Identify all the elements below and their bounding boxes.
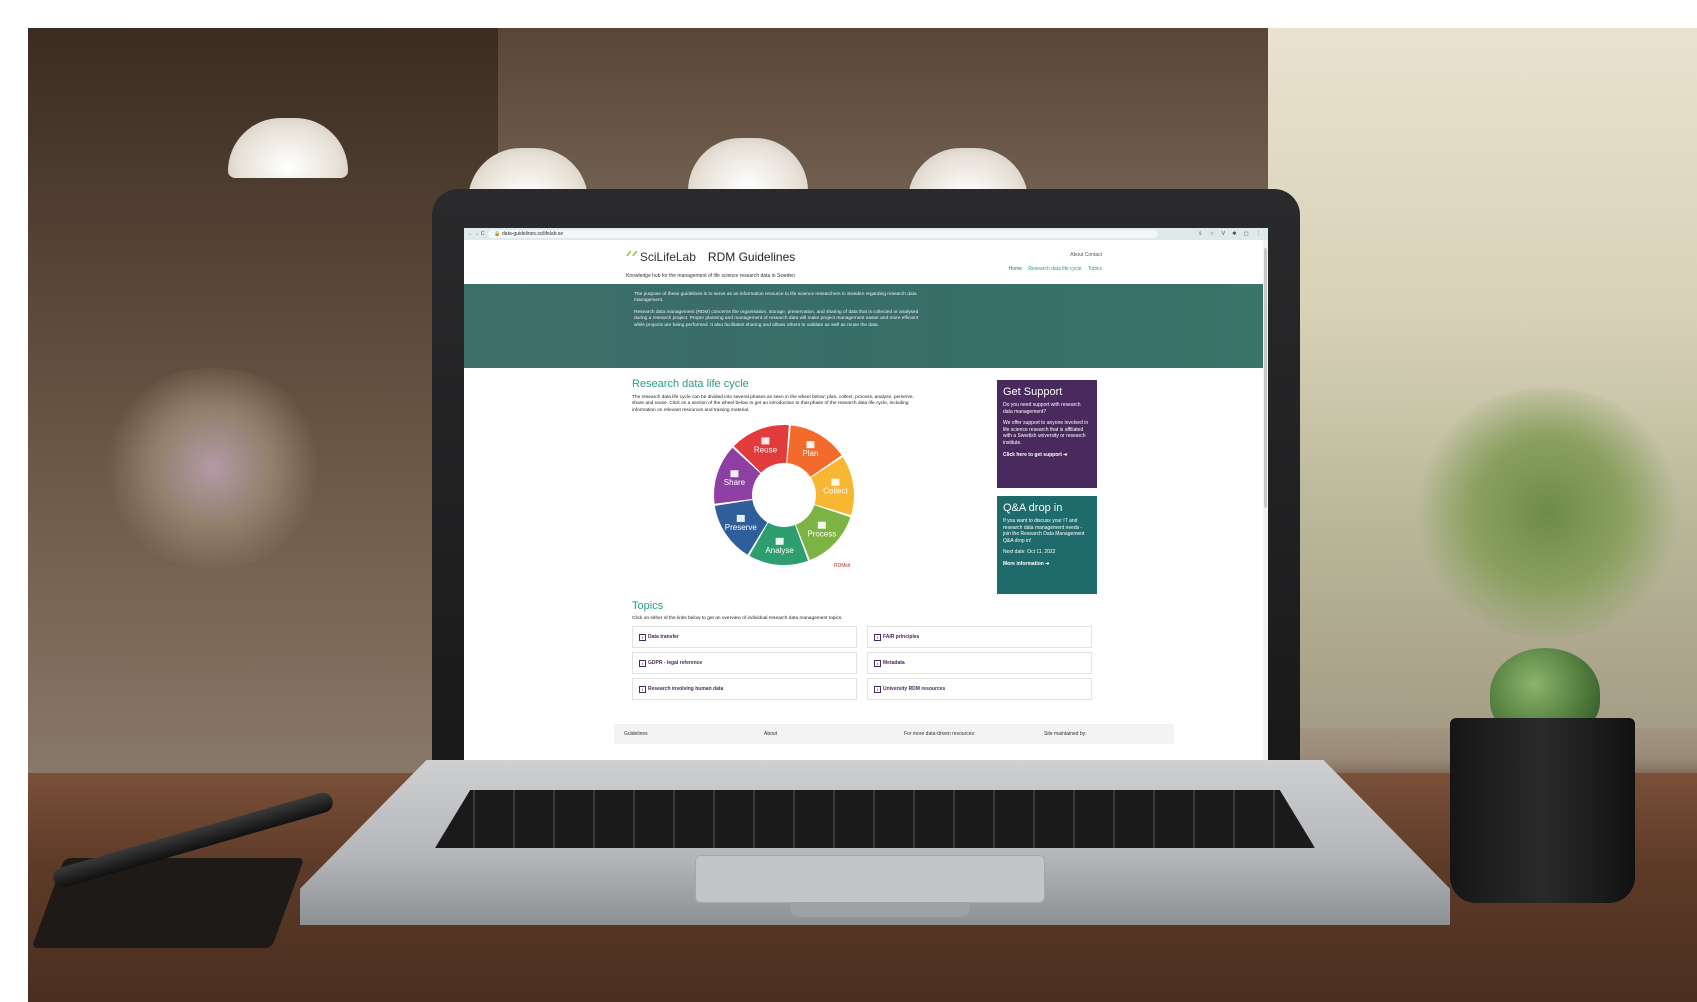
main-nav: Home Research data life cycle Topics (1004, 266, 1102, 272)
more-information-link[interactable]: More information ➔ (1003, 561, 1091, 567)
topic-label: Metadata (883, 660, 905, 666)
support-text-2: We offer support to anyone involved in l… (1003, 420, 1089, 446)
address-bar[interactable]: 🔒 data-guidelines.scilifelab.se (488, 230, 1159, 238)
nav-topics[interactable]: Topics (1088, 266, 1102, 272)
keyboard (435, 790, 1315, 848)
hero-paragraph-2: Research data management (RDM) concerns … (634, 309, 919, 328)
site-footer: Guidelines About For more data-driven re… (614, 724, 1174, 744)
support-heading: Get Support (1003, 386, 1063, 398)
url-text: data-guidelines.scilifelab.se (502, 231, 564, 237)
footer-guidelines[interactable]: Guidelines (614, 731, 754, 737)
wheel-icon-reuse (761, 437, 770, 445)
wheel-icon-share (730, 470, 739, 478)
get-support-link[interactable]: Click here to get support ➔ (1003, 452, 1091, 458)
topic-card[interactable]: i Research involving human data (632, 678, 857, 700)
info-icon: i (639, 659, 646, 667)
browser-toolbar: ← → C 🔒 data-guidelines.scilifelab.se ⇪ … (464, 228, 1268, 240)
nav-home[interactable]: Home (1009, 266, 1022, 272)
plant-pot (1450, 718, 1635, 903)
info-icon: i (639, 633, 646, 641)
qa-next-date: Next date: Oct 11, 2022 (1003, 549, 1056, 556)
topics-heading: Topics (632, 600, 664, 612)
lifecycle-heading: Research data life cycle (632, 378, 749, 390)
laptop-screen: ← → C 🔒 data-guidelines.scilifelab.se ⇪ … (464, 228, 1268, 760)
background-flowers (98, 368, 328, 568)
wheel-label-plan: Plan (802, 449, 818, 458)
topics-description: Click on either of the links below to ge… (632, 616, 843, 621)
topics-grid: i Data transfer i FAIR principles i GDPR - … (632, 626, 1092, 700)
get-support-panel: Get Support Do you need support with res… (997, 380, 1097, 488)
wheel-label-collect: Collect (823, 487, 848, 496)
lifecycle-description: The research data life cycle can be divi… (632, 395, 914, 413)
footer-about[interactable]: About (754, 731, 894, 737)
hero-paragraph-1: The purpose of these guidelines is to se… (634, 292, 917, 304)
topic-card[interactable]: i Metadata (867, 652, 1092, 674)
topic-label: Data transfer (648, 634, 679, 640)
wheel-icon-process (817, 521, 826, 529)
topic-card[interactable]: i Data transfer (632, 626, 857, 648)
topic-label: GDPR - legal reference (648, 660, 703, 666)
hero-banner: The purpose of these guidelines is to se… (464, 284, 1268, 368)
topic-label: FAIR principles (883, 634, 920, 640)
wheel-label-reuse: Reuse (754, 445, 778, 454)
qa-drop-in-panel: Q&A drop in If you want to discuss your … (997, 496, 1097, 594)
info-icon: i (874, 659, 881, 667)
wheel-label-analyse: Analyse (765, 546, 794, 555)
scilifelab-logo-icon: ᐟᐟ (626, 248, 638, 264)
topic-card[interactable]: i FAIR principles (867, 626, 1092, 648)
qa-text-1: If you want to discuss your IT and resea… (1003, 518, 1085, 544)
topic-card[interactable]: i University RDM resources (867, 678, 1092, 700)
background-plant (1408, 388, 1688, 638)
scrollbar-thumb[interactable] (1264, 248, 1267, 508)
wheel-icon-analyse (775, 537, 784, 545)
topic-label: Research involving human data (648, 686, 724, 692)
laptop-notch (790, 903, 970, 917)
lock-icon: 🔒 (494, 231, 503, 237)
main-content: Research data life cycle The research da… (464, 368, 1268, 748)
nav-research-data-life-cycle[interactable]: Research data life cycle (1028, 266, 1081, 272)
wheel-label-share: Share (724, 478, 746, 487)
wheel-label-process: Process (807, 530, 836, 539)
wheel-label-preserve: Preserve (725, 523, 758, 532)
info-icon: i (874, 685, 881, 693)
page-scrollbar[interactable] (1263, 240, 1268, 760)
info-icon: i (639, 685, 646, 693)
site-logo[interactable]: ᐟᐟ SciLifeLab RDM Guidelines (626, 248, 795, 265)
top-links: About Contact (1070, 252, 1102, 258)
qa-heading: Q&A drop in (1003, 502, 1063, 514)
browser-nav-icons[interactable]: ← → C (464, 231, 488, 237)
contact-link[interactable]: Contact (1085, 252, 1102, 258)
footer-maintainer: Site maintained by: (1044, 731, 1087, 737)
topic-label: University RDM resources (883, 686, 946, 692)
site-tagline: Knowledge hub for the management of life… (626, 273, 795, 279)
support-text-1: Do you need support with research data m… (1003, 402, 1081, 415)
about-link[interactable]: About (1070, 252, 1083, 258)
footer-resources: For more data-driven resources: (904, 731, 976, 737)
trackpad (695, 855, 1045, 903)
topic-card[interactable]: i GDPR - legal reference (632, 652, 857, 674)
wheel-icon-collect (831, 478, 840, 486)
wheel-icon-plan (806, 441, 815, 449)
wheel-icon-preserve (736, 514, 745, 522)
wheel-center (753, 464, 815, 526)
extension-icons[interactable]: ⇪ ☆ V ✱ ▢ ⋮ (1198, 231, 1268, 237)
site-title: RDM Guidelines (707, 249, 796, 264)
logo-text: SciLifeLab (639, 249, 696, 264)
site-header: ᐟᐟ SciLifeLab RDM Guidelines Knowledge h… (464, 240, 1268, 284)
info-icon: i (874, 633, 881, 641)
lifecycle-wheel: Reuse Plan Collect Process Analyse Preserve Sh… (714, 425, 854, 565)
rdmkit-credit: RDMkit (834, 563, 851, 569)
